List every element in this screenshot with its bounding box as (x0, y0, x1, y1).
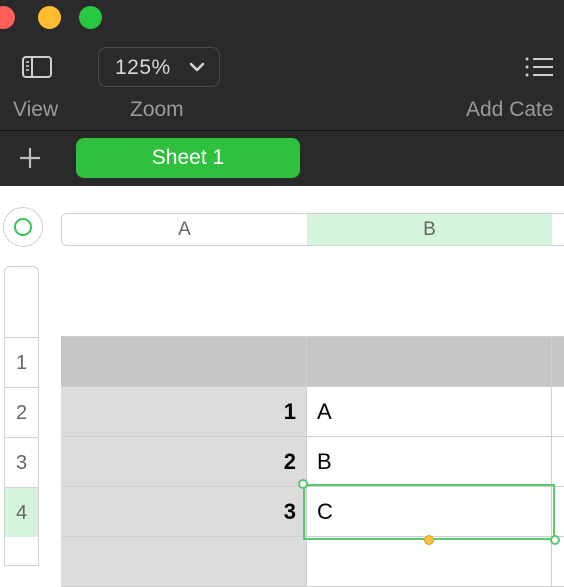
zoom-label[interactable]: Zoom (130, 98, 184, 122)
table-cell-key[interactable]: 2 (61, 437, 307, 487)
cell-selection (303, 484, 555, 540)
selection-handle-top-left[interactable] (298, 479, 308, 489)
fill-handle[interactable] (424, 535, 434, 545)
table-cell-key[interactable] (61, 537, 307, 587)
chevron-down-icon (189, 62, 205, 72)
table-cell-value[interactable]: A (307, 387, 552, 437)
table-select-handle[interactable] (3, 207, 43, 247)
column-headers: A B (61, 213, 564, 246)
row-header-1[interactable]: 1 (5, 337, 38, 387)
circle-icon (14, 218, 32, 236)
fullscreen-window-button[interactable] (79, 6, 102, 29)
column-header-a[interactable]: A (62, 214, 308, 245)
table-cell-value[interactable]: B (307, 437, 552, 487)
row-headers: 1 2 3 4 (4, 266, 39, 566)
row-header-4[interactable]: 4 (5, 487, 38, 537)
column-header-b[interactable]: B (307, 214, 552, 245)
tab-sheet-1[interactable]: Sheet 1 (76, 138, 300, 178)
table-cell[interactable] (552, 437, 564, 487)
zoom-dropdown[interactable]: 125% (98, 47, 220, 87)
row-header-2[interactable]: 2 (5, 387, 38, 437)
list-icon[interactable] (524, 56, 554, 78)
header-cell[interactable] (307, 337, 552, 387)
table-cell-key[interactable]: 1 (61, 387, 307, 437)
table-cell-key[interactable]: 3 (61, 487, 307, 537)
header-cell[interactable] (552, 337, 564, 387)
add-sheet-icon[interactable] (18, 146, 42, 170)
sidebar-icon[interactable] (22, 56, 52, 78)
zoom-value: 125% (115, 56, 171, 79)
close-window-button[interactable] (0, 6, 15, 29)
row-header-3[interactable]: 3 (5, 437, 38, 487)
header-cell[interactable] (61, 337, 307, 387)
toolbar: 125% View Zoom Add Cate Sheet 1 (0, 0, 564, 186)
minimize-window-button[interactable] (38, 6, 61, 29)
table-cell[interactable] (552, 387, 564, 437)
selection-handle-bottom-right[interactable] (550, 535, 560, 545)
toolbar-divider (0, 130, 564, 131)
add-category-label[interactable]: Add Cate (466, 98, 554, 122)
view-label[interactable]: View (13, 98, 58, 122)
